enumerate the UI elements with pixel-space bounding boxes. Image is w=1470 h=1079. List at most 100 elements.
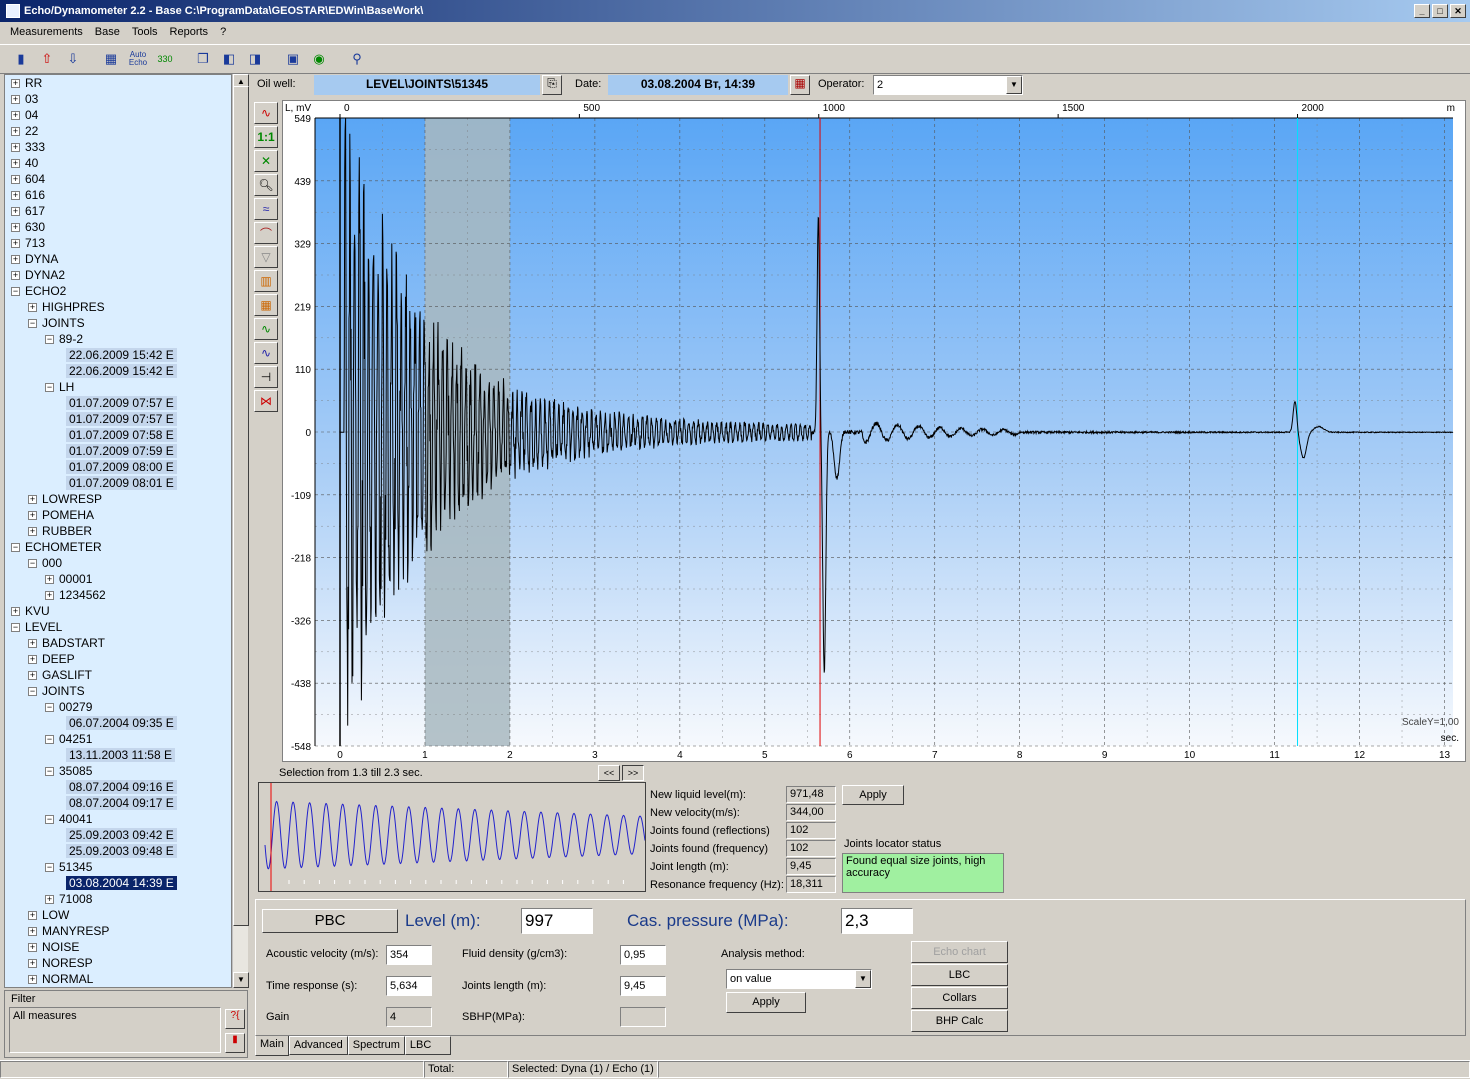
maximize-button[interactable]: □ [1432, 4, 1448, 18]
pbc-button[interactable]: PBC [262, 909, 398, 933]
spectrum-icon[interactable]: ▥ [254, 270, 278, 292]
tree-node[interactable]: + DEEP [5, 651, 231, 667]
expand-icon[interactable]: + [11, 191, 20, 201]
expand-icon[interactable]: + [11, 239, 20, 249]
collapse-icon[interactable]: − [45, 383, 54, 393]
collapse-icon[interactable]: − [28, 319, 37, 329]
filter-query-icon[interactable]: ?{ [225, 1009, 245, 1029]
tree-node[interactable]: −35085 [5, 763, 231, 779]
tree-node[interactable]: +71008 [5, 891, 231, 907]
tree-node[interactable]: 25.09.2003 09:42 E [5, 827, 231, 843]
tree-node[interactable]: −40041 [5, 811, 231, 827]
tree-node[interactable]: + GASLIFT [5, 667, 231, 683]
curve-icon[interactable]: ⌒ [254, 222, 278, 244]
tree-node[interactable]: +40 [5, 155, 231, 171]
tree-node[interactable]: 08.07.2004 09:16 E [5, 779, 231, 795]
apply-analysis-button[interactable]: Apply [842, 785, 904, 805]
tree-node[interactable]: −04251 [5, 731, 231, 747]
expand-icon[interactable]: + [28, 975, 37, 985]
time-response-field[interactable]: 5,634 [386, 976, 432, 996]
tree-node[interactable]: +04 [5, 107, 231, 123]
tree-node[interactable]: + RUBBER [5, 523, 231, 539]
tab-advanced[interactable]: Advanced [288, 1036, 348, 1055]
collars-button[interactable]: Collars [911, 987, 1008, 1009]
bhp-calc-button[interactable]: BHP Calc [911, 1010, 1008, 1032]
tree-node[interactable]: 22.06.2009 15:42 E [5, 363, 231, 379]
calendar-icon[interactable]: ▦ [790, 75, 810, 95]
expand-icon[interactable]: + [11, 223, 20, 233]
collapse-icon[interactable]: − [45, 703, 54, 713]
expand-icon[interactable]: + [11, 159, 20, 169]
collapse-icon[interactable]: − [45, 767, 54, 777]
scroll-thumb[interactable] [233, 86, 249, 926]
expand-icon[interactable]: + [45, 575, 54, 585]
tree-node[interactable]: + BADSTART [5, 635, 231, 651]
menu-base[interactable]: Base [89, 26, 126, 38]
tree-node[interactable]: − ECHOMETER [5, 539, 231, 555]
marker-icon[interactable]: ⊣ [254, 366, 278, 388]
collapse-icon[interactable]: − [45, 815, 54, 825]
expand-icon[interactable]: + [11, 271, 20, 281]
prev-button[interactable]: << [598, 765, 620, 781]
expand-icon[interactable]: + [28, 639, 37, 649]
filter-input[interactable]: All measures [9, 1007, 221, 1053]
tree-node[interactable]: 08.07.2004 09:17 E [5, 795, 231, 811]
screen-icon[interactable]: ▣ [282, 48, 304, 70]
lbc-button[interactable]: LBC [911, 964, 1008, 986]
expand-icon[interactable]: + [28, 511, 37, 521]
expand-icon[interactable]: + [11, 79, 20, 89]
filter-clear-icon[interactable]: ▮ [225, 1033, 245, 1053]
analysis-method-select[interactable]: on value ▼ [726, 969, 872, 989]
expand-icon[interactable]: + [11, 143, 20, 153]
histogram-icon[interactable]: ▦ [254, 294, 278, 316]
joints-length-field[interactable]: 9,45 [620, 976, 666, 996]
expand-icon[interactable]: + [45, 591, 54, 601]
tree-node[interactable]: 01.07.2009 08:01 E [5, 475, 231, 491]
expand-icon[interactable]: + [11, 255, 20, 265]
collapse-icon[interactable]: − [11, 287, 20, 297]
minimize-button[interactable]: _ [1414, 4, 1430, 18]
menu-tools[interactable]: Tools [126, 26, 164, 38]
expand-icon[interactable]: + [45, 895, 54, 905]
tree-node[interactable]: +617 [5, 203, 231, 219]
tree-node[interactable]: 25.09.2003 09:48 E [5, 843, 231, 859]
expand-icon[interactable]: + [28, 943, 37, 953]
tree-node[interactable]: 01.07.2009 07:58 E [5, 427, 231, 443]
expand-icon[interactable]: + [11, 175, 20, 185]
sine-blue-icon[interactable]: ∿ [254, 342, 278, 364]
compare-icon[interactable]: ◧ [218, 48, 240, 70]
zoom-icon[interactable]: 🔍︎ [254, 174, 278, 196]
tree-node[interactable]: +616 [5, 187, 231, 203]
tree-node[interactable]: − JOINTS [5, 315, 231, 331]
menu-reports[interactable]: Reports [164, 26, 215, 38]
scroll-down-button[interactable]: ▼ [233, 972, 249, 988]
tree-node[interactable]: 01.07.2009 07:57 E [5, 395, 231, 411]
download-icon[interactable]: ⇩ [62, 48, 84, 70]
sine-icon[interactable]: ∿ [254, 318, 278, 340]
expand-icon[interactable]: + [11, 95, 20, 105]
tree-node[interactable]: −89-2 [5, 331, 231, 347]
tree-node[interactable]: + LOWRESP [5, 491, 231, 507]
menu-help[interactable]: ? [214, 26, 232, 38]
expand-icon[interactable]: + [11, 207, 20, 217]
tree-node[interactable]: + POMEHA [5, 507, 231, 523]
collapse-icon[interactable]: − [28, 687, 37, 697]
tree-node[interactable]: + NOISE [5, 939, 231, 955]
expand-icon[interactable]: + [28, 655, 37, 665]
tree-node[interactable]: − LH [5, 379, 231, 395]
tree-node[interactable]: 03.08.2004 14:39 E [5, 875, 231, 891]
tree-node[interactable]: + KVU [5, 603, 231, 619]
signal-icon[interactable]: ∿ [254, 102, 278, 124]
tree-node[interactable]: + HIGHPRES [5, 299, 231, 315]
tree-node[interactable]: + DYNA2 [5, 267, 231, 283]
tree-node[interactable]: +1234562 [5, 587, 231, 603]
upload-icon[interactable]: ⇧ [36, 48, 58, 70]
tree-node[interactable]: +00001 [5, 571, 231, 587]
expand-icon[interactable]: + [28, 911, 37, 921]
device-icon[interactable]: ▮ [10, 48, 32, 70]
tree-node[interactable]: +333 [5, 139, 231, 155]
auto-echo-icon[interactable]: Auto Echo [126, 48, 150, 70]
tree-node[interactable]: + DYNA [5, 251, 231, 267]
echo-chart-button[interactable]: Echo chart [911, 941, 1008, 963]
tree-node[interactable]: 01.07.2009 08:00 E [5, 459, 231, 475]
